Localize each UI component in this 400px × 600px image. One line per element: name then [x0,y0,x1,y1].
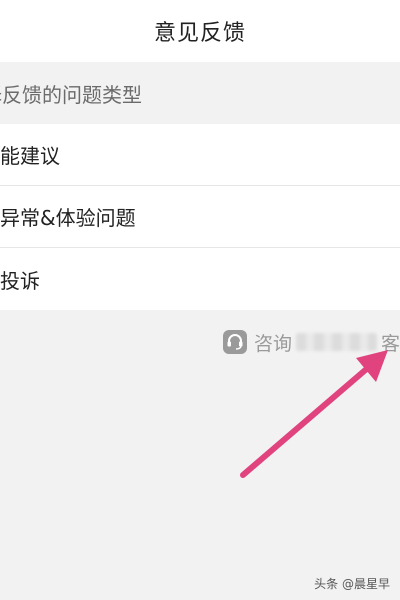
title-bar: 意见反馈 [0,0,400,62]
feedback-type-suggestion[interactable]: 功能建议 [0,124,400,186]
list-item-label: 务投诉 [0,268,40,293]
list-item-label: 能异常&体验问题 [0,206,136,230]
feedback-page: 意见反馈 择反馈的问题类型 功能建议 能异常&体验问题 务投诉 咨询 客 头条 … [0,0,400,600]
customer-service-icon [223,330,247,354]
section-header: 择反馈的问题类型 [0,62,400,124]
section-label: 择反馈的问题类型 [0,82,142,107]
watermark: 头条 @晨星早 [314,577,390,591]
feedback-type-complaint[interactable]: 务投诉 [0,248,400,310]
page-title: 意见反馈 [153,21,246,46]
consult-suffix: 客 [380,332,400,355]
list-item-label: 功能建议 [0,144,60,168]
feedback-type-bug[interactable]: 能异常&体验问题 [0,186,400,248]
redacted-name [296,333,377,351]
feedback-type-list: 功能建议 能异常&体验问题 务投诉 [0,124,400,310]
consult-customer-service-link[interactable]: 咨询 客 [222,324,400,360]
consult-prefix: 咨询 [254,332,293,355]
